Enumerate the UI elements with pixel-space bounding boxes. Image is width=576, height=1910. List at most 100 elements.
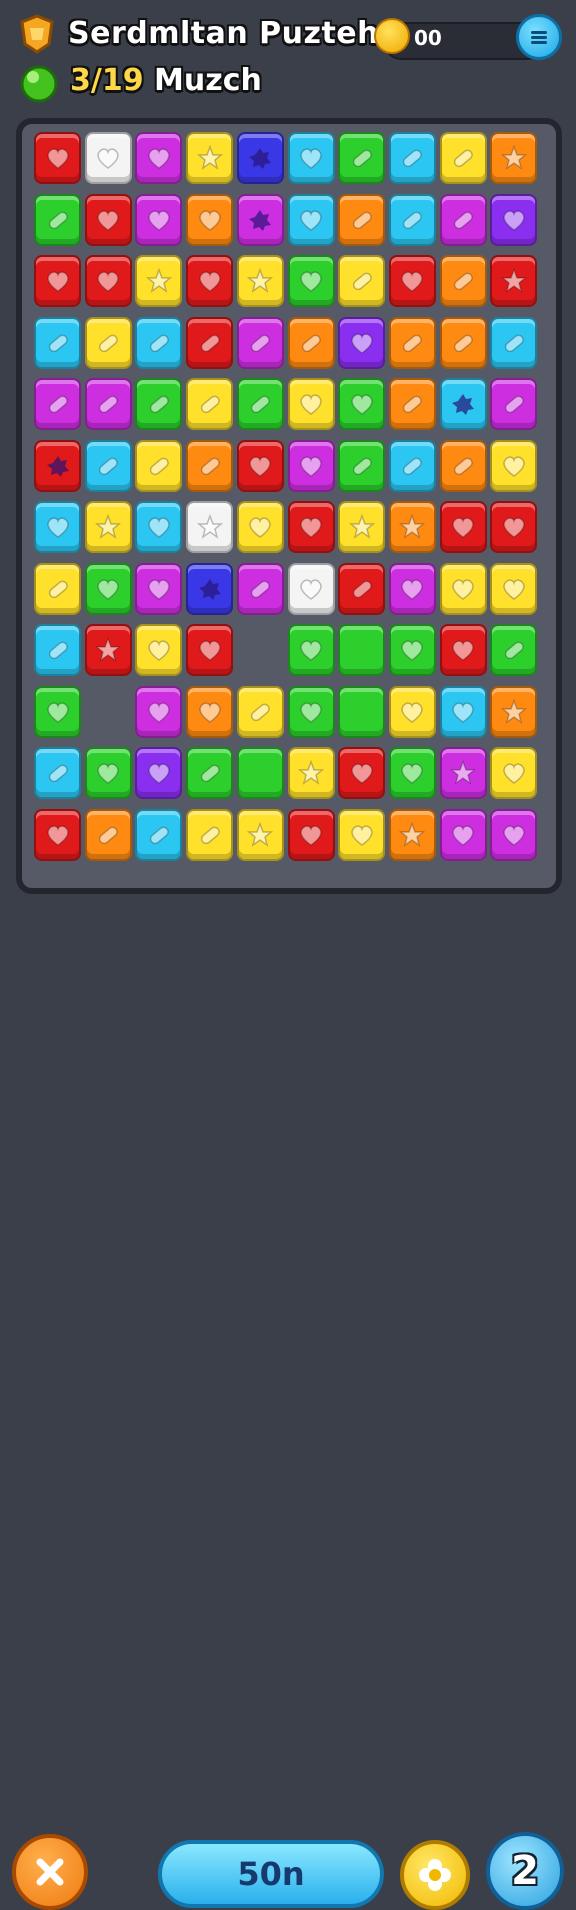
candy-tile-heart[interactable] <box>34 685 81 738</box>
candy-tile-heart[interactable] <box>490 747 538 799</box>
candy-tile-heart[interactable] <box>287 501 335 553</box>
candy-tile-bar[interactable] <box>490 378 538 430</box>
candy-tile-bar[interactable] <box>84 316 132 369</box>
candy-tile-bar[interactable] <box>186 316 234 369</box>
candy-tile-heart[interactable] <box>388 562 436 615</box>
candy-tile-plain[interactable] <box>236 747 284 799</box>
candy-tile-heart[interactable] <box>287 378 335 430</box>
candy-tile-bar[interactable] <box>388 439 436 492</box>
candy-tile-heart[interactable] <box>388 624 436 676</box>
candy-tile-heart[interactable] <box>287 255 335 307</box>
candy-tile-heart[interactable] <box>338 316 386 369</box>
candy-tile-star[interactable] <box>490 255 538 307</box>
candy-tile-heart[interactable] <box>34 255 81 307</box>
candy-tile-bar[interactable] <box>84 439 132 492</box>
candy-tile-bar[interactable] <box>186 439 234 492</box>
candy-tile-heart[interactable] <box>338 808 386 861</box>
candy-tile-heart[interactable] <box>84 193 132 246</box>
candy-tile-star[interactable] <box>338 501 386 553</box>
candy-tile-plain[interactable] <box>338 685 386 738</box>
candy-tile-star[interactable] <box>236 808 284 861</box>
candy-tile-heart[interactable] <box>490 193 538 246</box>
candy-tile-bar[interactable] <box>236 562 284 615</box>
candy-tile-bar[interactable] <box>236 378 284 430</box>
candy-tile-heart[interactable] <box>186 685 234 738</box>
candy-tile-bar[interactable] <box>388 316 436 369</box>
candy-tile-heart[interactable] <box>439 501 487 553</box>
candy-tile-bar[interactable] <box>439 193 487 246</box>
candy-tile-bar[interactable] <box>338 255 386 307</box>
candy-tile-bar[interactable] <box>439 439 487 492</box>
candy-tile-heart[interactable] <box>135 624 183 676</box>
candy-tile-heart[interactable] <box>338 378 386 430</box>
candy-tile-bar[interactable] <box>34 378 81 430</box>
candy-tile-bar[interactable] <box>186 747 234 799</box>
candy-tile-star[interactable] <box>84 501 132 553</box>
candy-tile-star[interactable] <box>490 685 538 738</box>
candy-tile-heart[interactable] <box>388 747 436 799</box>
candy-tile-bar[interactable] <box>236 685 284 738</box>
candy-tile-heart[interactable] <box>34 808 81 861</box>
candy-tile-heart[interactable] <box>287 193 335 246</box>
candy-tile-heart[interactable] <box>388 255 436 307</box>
candy-tile-heart[interactable] <box>135 562 183 615</box>
close-button[interactable] <box>12 1834 88 1910</box>
candy-tile-heart[interactable] <box>287 562 335 615</box>
candy-tile-heart[interactable] <box>388 685 436 738</box>
candy-tile-heart[interactable] <box>84 255 132 307</box>
candy-tile-bar[interactable] <box>439 132 487 184</box>
candy-tile-bar[interactable] <box>135 808 183 861</box>
candy-tile-bar[interactable] <box>135 439 183 492</box>
candy-tile-heart[interactable] <box>287 624 335 676</box>
candy-tile-heart[interactable] <box>439 624 487 676</box>
candy-tile-star[interactable] <box>236 255 284 307</box>
candy-tile-heart[interactable] <box>490 501 538 553</box>
candy-tile-bar[interactable] <box>34 193 81 246</box>
candy-tile-heart[interactable] <box>236 439 284 492</box>
candy-tile-star[interactable] <box>490 132 538 184</box>
candy-tile-star[interactable] <box>135 255 183 307</box>
candy-tile-bar[interactable] <box>84 808 132 861</box>
candy-tile-heart[interactable] <box>84 562 132 615</box>
candy-tile-star[interactable] <box>388 808 436 861</box>
candy-tile-star[interactable] <box>439 747 487 799</box>
candy-tile-blob[interactable] <box>34 439 81 492</box>
candy-tile-heart[interactable] <box>34 501 81 553</box>
candy-tile-bar[interactable] <box>338 562 386 615</box>
candy-tile-blob[interactable] <box>236 132 284 184</box>
candy-tile-star[interactable] <box>186 132 234 184</box>
candy-tile-star[interactable] <box>388 501 436 553</box>
candy-tile-bar[interactable] <box>34 747 81 799</box>
candy-tile-plain[interactable] <box>338 624 386 676</box>
candy-tile-heart[interactable] <box>287 132 335 184</box>
candy-tile-star[interactable] <box>186 501 234 553</box>
moves-count-button[interactable]: 2 <box>486 1832 564 1910</box>
candy-tile-bar[interactable] <box>439 316 487 369</box>
candy-tile-star[interactable] <box>287 747 335 799</box>
score-button[interactable]: 50n <box>158 1840 384 1908</box>
candy-tile-bar[interactable] <box>34 316 81 369</box>
candy-tile-blob[interactable] <box>186 562 234 615</box>
candy-tile-heart[interactable] <box>34 132 81 184</box>
candy-tile-heart[interactable] <box>186 624 234 676</box>
candy-tile-bar[interactable] <box>135 378 183 430</box>
menu-button[interactable] <box>516 14 562 60</box>
candy-tile-bar[interactable] <box>135 316 183 369</box>
candy-tile-heart[interactable] <box>84 132 132 184</box>
candy-tile-blob[interactable] <box>236 193 284 246</box>
candy-tile-heart[interactable] <box>135 501 183 553</box>
candy-tile-heart[interactable] <box>186 193 234 246</box>
candy-tile-bar[interactable] <box>338 132 386 184</box>
candy-tile-heart[interactable] <box>490 808 538 861</box>
candy-tile-heart[interactable] <box>287 808 335 861</box>
candy-tile-heart[interactable] <box>439 808 487 861</box>
candy-tile-bar[interactable] <box>84 378 132 430</box>
candy-tile-heart[interactable] <box>287 685 335 738</box>
candy-tile-heart[interactable] <box>287 439 335 492</box>
booster-button[interactable] <box>400 1840 470 1910</box>
candy-tile-blob[interactable] <box>439 378 487 430</box>
candy-tile-bar[interactable] <box>34 624 81 676</box>
candy-tile-bar[interactable] <box>287 316 335 369</box>
candy-tile-heart[interactable] <box>186 255 234 307</box>
candy-tile-bar[interactable] <box>338 193 386 246</box>
